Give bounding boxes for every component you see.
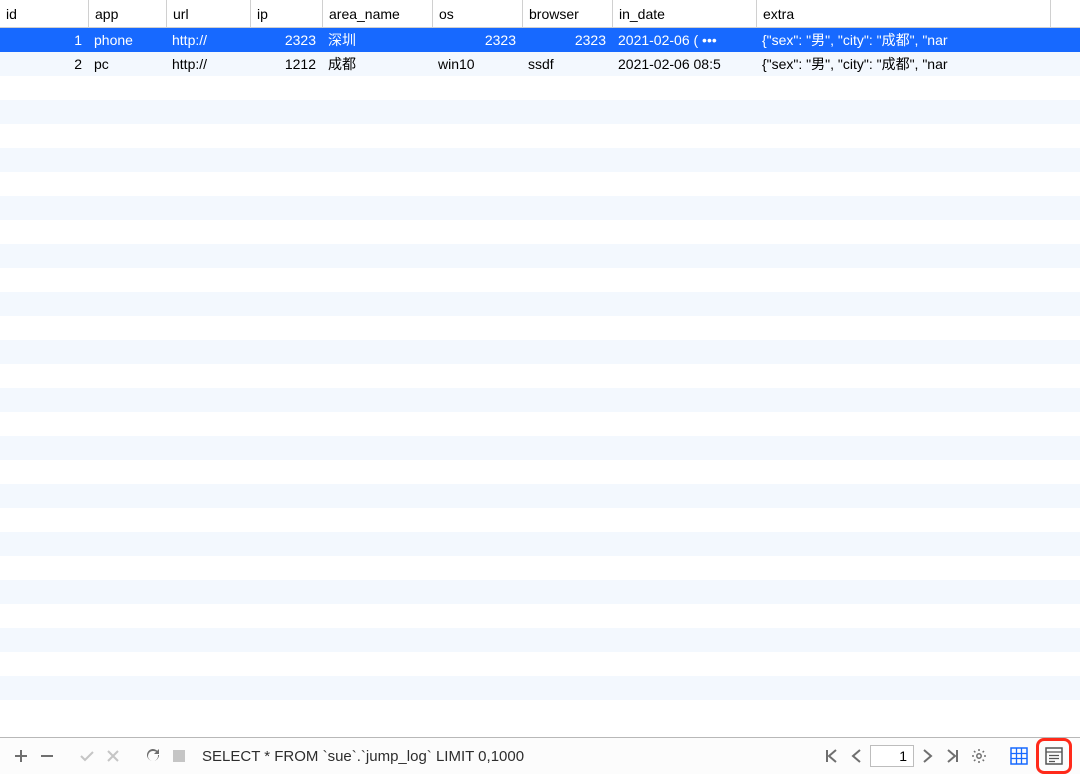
page-number-input[interactable]	[870, 745, 914, 767]
table-row-empty[interactable]	[0, 484, 1080, 508]
table-row-empty[interactable]	[0, 76, 1080, 100]
column-header-browser[interactable]: browser	[522, 0, 612, 27]
table-row-empty[interactable]	[0, 628, 1080, 652]
table-row-empty[interactable]	[0, 292, 1080, 316]
prev-page-button[interactable]	[844, 743, 870, 769]
table-row-empty[interactable]	[0, 412, 1080, 436]
grid-view-button[interactable]	[1006, 743, 1032, 769]
column-header-os[interactable]: os	[432, 0, 522, 27]
table-row-empty[interactable]	[0, 364, 1080, 388]
cell-ip[interactable]: 1212	[250, 52, 322, 76]
cell-app[interactable]: pc	[88, 52, 166, 76]
cell-area_name[interactable]: 深圳	[322, 28, 432, 52]
table-row-empty[interactable]	[0, 268, 1080, 292]
form-view-highlight	[1036, 738, 1072, 774]
cell-pad[interactable]	[1050, 52, 1080, 76]
next-page-button[interactable]	[914, 743, 940, 769]
column-header-extra[interactable]: extra	[756, 0, 1050, 27]
cell-area_name[interactable]: 成都	[322, 52, 432, 76]
table-row-empty[interactable]	[0, 124, 1080, 148]
cell-id[interactable]: 1	[0, 28, 88, 52]
column-header-app[interactable]: app	[88, 0, 166, 27]
cell-browser[interactable]: 2323	[522, 28, 612, 52]
table-row-empty[interactable]	[0, 316, 1080, 340]
column-header-id[interactable]: id	[0, 0, 88, 27]
table-row-empty[interactable]	[0, 508, 1080, 532]
table-row-empty[interactable]	[0, 532, 1080, 556]
table-row-empty[interactable]	[0, 340, 1080, 364]
table-row[interactable]: 2pchttp://1212成都win10ssdf2021-02-06 08:5…	[0, 52, 1080, 76]
settings-button[interactable]	[966, 743, 992, 769]
cell-browser[interactable]: ssdf	[522, 52, 612, 76]
refresh-button[interactable]	[140, 743, 166, 769]
cell-in_date[interactable]: 2021-02-06 ( •••	[612, 28, 756, 52]
table-row-empty[interactable]	[0, 556, 1080, 580]
cell-pad[interactable]	[1050, 28, 1080, 52]
table-row-empty[interactable]	[0, 148, 1080, 172]
cell-id[interactable]: 2	[0, 52, 88, 76]
last-page-button[interactable]	[940, 743, 966, 769]
table-row-empty[interactable]	[0, 172, 1080, 196]
cell-in_date[interactable]: 2021-02-06 08:5	[612, 52, 756, 76]
table-row-empty[interactable]	[0, 388, 1080, 412]
grid-header: id app url ip area_name os browser in_da…	[0, 0, 1080, 28]
column-header-url[interactable]: url	[166, 0, 250, 27]
table-row-empty[interactable]	[0, 604, 1080, 628]
table-row-empty[interactable]	[0, 196, 1080, 220]
stop-button[interactable]	[166, 743, 192, 769]
cell-os[interactable]: 2323	[432, 28, 522, 52]
cell-url[interactable]: http://	[166, 52, 250, 76]
cell-os[interactable]: win10	[432, 52, 522, 76]
column-header-in_date[interactable]: in_date	[612, 0, 756, 27]
cancel-changes-button[interactable]	[100, 743, 126, 769]
results-toolbar: SELECT * FROM `sue`.`jump_log` LIMIT 0,1…	[0, 738, 1080, 774]
add-row-button[interactable]	[8, 743, 34, 769]
table-row[interactable]: 1phonehttp://2323深圳232323232021-02-06 ( …	[0, 28, 1080, 52]
table-row-empty[interactable]	[0, 460, 1080, 484]
apply-changes-button[interactable]	[74, 743, 100, 769]
grid-body[interactable]: 1phonehttp://2323深圳232323232021-02-06 ( …	[0, 28, 1080, 737]
table-row-empty[interactable]	[0, 220, 1080, 244]
table-row-empty[interactable]	[0, 580, 1080, 604]
table-row-empty[interactable]	[0, 244, 1080, 268]
cell-url[interactable]: http://	[166, 28, 250, 52]
first-page-button[interactable]	[818, 743, 844, 769]
cell-extra[interactable]: {"sex": "男", "city": "成都", "nar	[756, 28, 1050, 52]
cell-ip[interactable]: 2323	[250, 28, 322, 52]
column-header-ip[interactable]: ip	[250, 0, 322, 27]
column-header-spacer	[1050, 0, 1080, 27]
form-view-button[interactable]	[1041, 743, 1067, 769]
column-header-area_name[interactable]: area_name	[322, 0, 432, 27]
remove-row-button[interactable]	[34, 743, 60, 769]
cell-extra[interactable]: {"sex": "男", "city": "成都", "nar	[756, 52, 1050, 76]
table-row-empty[interactable]	[0, 700, 1080, 724]
results-grid: id app url ip area_name os browser in_da…	[0, 0, 1080, 738]
sql-text[interactable]: SELECT * FROM `sue`.`jump_log` LIMIT 0,1…	[202, 748, 524, 765]
table-row-empty[interactable]	[0, 100, 1080, 124]
table-row-empty[interactable]	[0, 676, 1080, 700]
table-row-empty[interactable]	[0, 652, 1080, 676]
table-row-empty[interactable]	[0, 436, 1080, 460]
cell-app[interactable]: phone	[88, 28, 166, 52]
